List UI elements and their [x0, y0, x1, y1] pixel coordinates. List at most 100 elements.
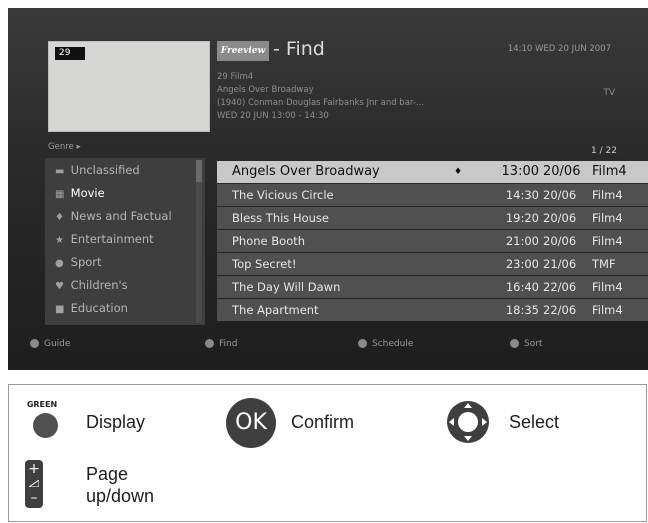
- volume-wedge-icon: [29, 480, 39, 487]
- programme-channel: Film4: [592, 164, 627, 179]
- dot-icon: [205, 339, 214, 348]
- genre-label: Children's: [70, 278, 128, 292]
- dot-icon: [30, 339, 39, 348]
- programme-date: 22/06: [543, 303, 577, 317]
- programme-date: 20/06: [543, 164, 581, 179]
- programme-header: Freeview - Find 14:10 WED 20 JUN 2007 29…: [217, 38, 637, 148]
- schedule-button[interactable]: Schedule: [358, 339, 413, 349]
- green-key-icon: GREEN: [24, 400, 60, 444]
- genre-label: News and Factual: [70, 209, 172, 223]
- programme-row[interactable]: Bless This House 19:20 20/06 Film4: [217, 207, 648, 229]
- programme-channel: TMF: [592, 257, 616, 271]
- genre-item-news[interactable]: ♦ News and Factual: [45, 205, 195, 227]
- programme-time: 14:30: [505, 188, 539, 202]
- scrollbar-thumb[interactable]: [196, 160, 202, 182]
- sort-button[interactable]: Sort: [510, 339, 542, 349]
- clock: 14:10 WED 20 JUN 2007: [507, 44, 611, 54]
- page-counter: 1 / 22: [591, 146, 617, 156]
- ball-icon: ●: [55, 258, 64, 269]
- programme-channel: Film4: [592, 303, 623, 317]
- reminder-icon: ♦: [454, 167, 463, 177]
- minus-icon: –: [30, 490, 38, 506]
- programme-date: 20/06: [543, 188, 577, 202]
- sort-label: Sort: [524, 339, 543, 349]
- programme-row[interactable]: Phone Booth 21:00 20/06 Film4: [217, 230, 648, 252]
- programme-channel: Film4: [592, 188, 623, 202]
- info-title: Angels Over Broadway: [217, 85, 314, 95]
- confirm-label: Confirm: [291, 412, 355, 432]
- programme-date: 21/06: [543, 257, 577, 271]
- genre-item-education[interactable]: ■ Education: [45, 297, 195, 319]
- info-airtime: WED 20 JUN 13:00 - 14:30: [217, 111, 329, 121]
- tv-screen: 29 Freeview - Find 14:10 WED 20 JUN 2007…: [8, 8, 648, 370]
- info-synopsis: (1940) Conman Douglas Fairbanks Jnr and …: [217, 98, 425, 108]
- green-button-icon: [33, 413, 58, 438]
- navigation-key-icon: [447, 401, 489, 443]
- display-label: Display: [86, 412, 146, 432]
- genre-item-unclassified[interactable]: ▬ Unclassified: [45, 159, 195, 181]
- dot-icon: [358, 339, 367, 348]
- genre-label: Education: [70, 301, 128, 315]
- plus-icon: +: [28, 461, 40, 477]
- programme-date: 20/06: [543, 234, 577, 248]
- star-icon: ★: [55, 235, 64, 246]
- dot-icon: [510, 339, 519, 348]
- find-label: Find: [219, 339, 238, 349]
- guide-button[interactable]: Guide: [30, 339, 70, 349]
- select-label: Select: [509, 412, 560, 432]
- channel-badge: 29: [55, 47, 85, 60]
- genre-scrollbar[interactable]: [196, 160, 202, 323]
- programme-title: The Day Will Dawn: [232, 280, 341, 294]
- programme-title: Phone Booth: [232, 234, 306, 248]
- teddy-icon: ♥: [55, 281, 64, 292]
- programme-title: Angels Over Broadway: [232, 164, 380, 179]
- info-channel: 29 Film4: [217, 72, 254, 82]
- page-key-icon: + –: [25, 460, 43, 508]
- programme-time: 23:00: [505, 257, 539, 271]
- programme-channel: Film4: [592, 234, 623, 248]
- programme-time: 21:00: [505, 234, 539, 248]
- folder-icon: ▬: [55, 166, 65, 177]
- genre-heading: Genre ▸: [48, 142, 81, 152]
- programme-time: 18:35: [505, 303, 539, 317]
- genre-label: Movie: [70, 186, 105, 200]
- programme-time: 16:40: [505, 280, 539, 294]
- programme-title: Bless This House: [232, 211, 329, 225]
- programme-row[interactable]: Angels Over Broadway ♦ 13:00 20/06 Film4: [217, 161, 648, 183]
- page-title: - Find: [273, 38, 325, 60]
- genre-label: Unclassified: [70, 163, 140, 177]
- genre-item-movie[interactable]: ▦ Movie: [45, 182, 195, 204]
- programme-title: The Apartment: [232, 303, 319, 317]
- video-preview: 29: [48, 41, 210, 132]
- programme-time: 19:20: [505, 211, 539, 225]
- programme-type: TV: [603, 88, 615, 98]
- find-button[interactable]: Find: [205, 339, 237, 349]
- programme-channel: Film4: [592, 280, 623, 294]
- programme-title: Top Secret!: [232, 257, 297, 271]
- footer-bar: Guide Find Schedule Sort: [8, 328, 648, 370]
- genre-item-sport[interactable]: ● Sport: [45, 251, 195, 273]
- genre-list: ▬ Unclassified ▦ Movie ♦ News and Factua…: [45, 158, 205, 325]
- guide-label: Guide: [44, 339, 71, 349]
- microphone-icon: ♦: [55, 212, 64, 223]
- schedule-label: Schedule: [372, 339, 414, 349]
- programme-list: Angels Over Broadway ♦ 13:00 20/06 Film4…: [217, 161, 648, 325]
- programme-row[interactable]: The Apartment 18:35 22/06 Film4: [217, 299, 648, 321]
- genre-item-childrens[interactable]: ♥ Children's: [45, 274, 195, 296]
- book-icon: ■: [55, 304, 65, 315]
- freeview-logo: Freeview: [217, 41, 269, 61]
- programme-date: 22/06: [543, 280, 577, 294]
- programme-row[interactable]: The Vicious Circle 14:30 20/06 Film4: [217, 184, 648, 206]
- genre-label: Sport: [70, 255, 102, 269]
- programme-title: The Vicious Circle: [232, 188, 334, 202]
- programme-row[interactable]: The Day Will Dawn 16:40 22/06 Film4: [217, 276, 648, 298]
- green-key-label: GREEN: [26, 400, 58, 409]
- programme-time: 13:00: [501, 164, 539, 179]
- page-label-line2: up/down: [86, 486, 155, 506]
- film-icon: ▦: [55, 189, 65, 200]
- genre-item-entertainment[interactable]: ★ Entertainment: [45, 228, 195, 250]
- programme-date: 20/06: [543, 211, 577, 225]
- programme-row[interactable]: Top Secret! 23:00 21/06 TMF: [217, 253, 648, 275]
- programme-channel: Film4: [592, 211, 623, 225]
- ok-key-icon: OK: [226, 398, 276, 448]
